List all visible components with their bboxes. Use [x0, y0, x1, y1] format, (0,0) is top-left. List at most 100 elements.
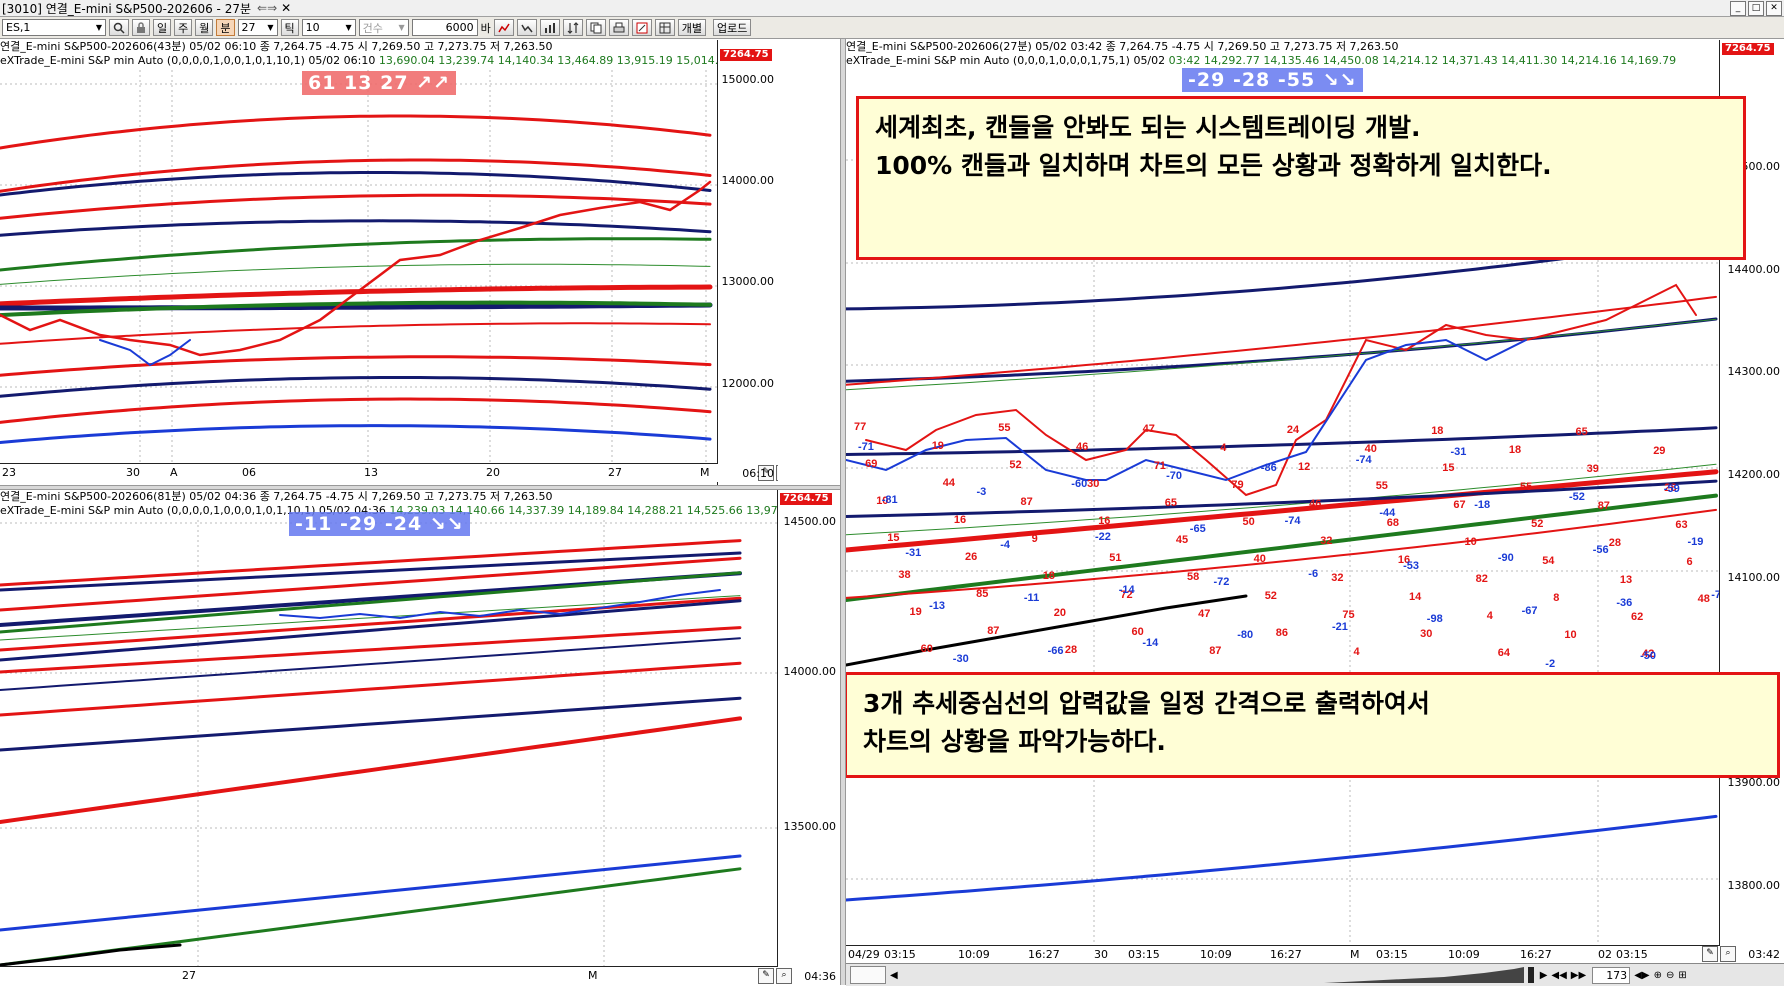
- zoom-controls: ✎ ⌕: [1702, 946, 1736, 962]
- pressure-value-label: 19: [910, 606, 922, 618]
- pressure-value-label: 64: [1498, 647, 1511, 659]
- x-axis[interactable]: 27 M: [0, 966, 778, 985]
- pressure-value-label: 69: [865, 458, 877, 470]
- fast-forward-icon[interactable]: ▶▶: [1571, 970, 1586, 981]
- x-axis[interactable]: 04/29 03:15 10:09 16:27 30 03:15 10:09 16:27 M 03…: [846, 945, 1720, 963]
- chart-canvas-top-left[interactable]: [0, 40, 778, 485]
- pressure-value-label: -31: [1451, 446, 1467, 458]
- interval-value: 27: [241, 21, 256, 34]
- indicator-band-line: [0, 424, 712, 444]
- pressure-badge: 61 13 27 ↗↗: [302, 71, 457, 95]
- pressure-value-label: 8: [1553, 592, 1559, 604]
- pressure-value-label: 55: [1520, 481, 1532, 493]
- symbol-select[interactable]: ES,1 ▼: [2, 19, 106, 36]
- pressure-value-label: 48: [1698, 593, 1710, 605]
- count-select[interactable]: 10 ▼: [301, 19, 356, 36]
- pressure-value-label: 51: [1109, 552, 1121, 564]
- trend-button[interactable]: [516, 19, 537, 36]
- chart-settings-button[interactable]: [631, 19, 652, 36]
- play-icon[interactable]: ▶: [1540, 970, 1548, 981]
- pressure-value-label: 40: [1254, 553, 1266, 565]
- maximize-button[interactable]: □: [1748, 1, 1764, 16]
- pressure-value-label: 15: [887, 532, 899, 544]
- scroll-left-arrow-icon[interactable]: ◀: [890, 970, 898, 981]
- chart-panel-right[interactable]: 연결_E-mini S&P500-202606(27분) 05/02 03:42…: [846, 40, 1784, 963]
- pressure-value-label: 60: [921, 643, 933, 655]
- interval-select[interactable]: 27 ▼: [237, 19, 278, 36]
- zoom-out-icon[interactable]: ⊖: [1666, 970, 1674, 981]
- indicator-band-line: [846, 318, 1717, 391]
- rewind-icon[interactable]: ◀◀: [1551, 970, 1566, 981]
- pressure-value-label: 47: [1198, 608, 1210, 620]
- pressure-value-label: -74: [1356, 454, 1373, 466]
- qty-select[interactable]: 건수 ▼: [358, 19, 409, 36]
- indicator-band-line: [0, 263, 711, 285]
- search-button[interactable]: [109, 19, 129, 36]
- bar-chart-button[interactable]: [539, 19, 560, 36]
- y-tick-label: 13500.00: [783, 820, 837, 833]
- pressure-value-label: -2: [1545, 658, 1555, 670]
- x-axis[interactable]: 23 30 A 06 13 20 27 M: [0, 463, 718, 482]
- grid-button[interactable]: [654, 19, 675, 36]
- sort-button[interactable]: [562, 19, 583, 36]
- price-line-blue: [99, 339, 191, 367]
- line-chart-icon: [498, 23, 510, 32]
- last-price-tag: 7264.75: [1722, 43, 1774, 55]
- edit-icon[interactable]: ✎: [758, 968, 774, 984]
- zoom-in-icon[interactable]: ⊕: [1654, 970, 1662, 981]
- time-label: 03:42: [1748, 948, 1780, 961]
- x-tick-label: M: [1350, 948, 1360, 961]
- tab-close-icon[interactable]: ✕: [281, 1, 291, 15]
- lock-button[interactable]: [132, 19, 150, 36]
- zoom-icon[interactable]: ⌕: [1720, 946, 1736, 962]
- bar-count-input[interactable]: 173: [1592, 966, 1631, 984]
- price-line-black: [846, 594, 1248, 667]
- pressure-value-label: 30: [1420, 628, 1432, 640]
- y-tick-label: 15000.00: [721, 73, 775, 86]
- scroll-thumb[interactable]: [1527, 967, 1534, 983]
- scroll-left-handle[interactable]: [850, 966, 886, 984]
- upload-button[interactable]: 업로드: [713, 19, 752, 36]
- individual-button[interactable]: 개별: [677, 19, 706, 36]
- pressure-value-label: 4: [1354, 646, 1361, 658]
- y-axis[interactable]: 7264.75 14500.00 14000.00 13500.00: [777, 490, 840, 985]
- period-minute-button[interactable]: 분: [216, 19, 235, 36]
- chart-panel-bottom-left[interactable]: 연결_E-mini S&P500-202606(81분) 05/02 04:36…: [0, 490, 840, 985]
- pressure-value-label: -66: [1048, 645, 1064, 657]
- bar-label: 바: [480, 21, 491, 35]
- zoom-icon[interactable]: ⌕: [776, 968, 792, 984]
- x-tick-label: M: [588, 969, 598, 982]
- pressure-value-label: 9: [1032, 533, 1038, 545]
- period-tick-button[interactable]: 틱: [280, 19, 299, 36]
- x-tick-label: 16:27: [1520, 948, 1552, 961]
- x-tick-label: 27: [182, 969, 196, 982]
- line-chart-button[interactable]: [493, 19, 514, 36]
- print-button[interactable]: [608, 19, 629, 36]
- pressure-value-label: -14: [1142, 637, 1159, 649]
- scrollbar-track[interactable]: [904, 967, 1524, 983]
- pressure-value-label: 55: [1376, 480, 1388, 492]
- pressure-value-label: -22: [1095, 531, 1111, 543]
- volume-sparkline: [1323, 967, 1524, 983]
- zoom-icon[interactable]: ⌕: [776, 465, 778, 481]
- minimize-button[interactable]: _: [1730, 1, 1746, 16]
- y-axis[interactable]: 7264.75 15000.00 14000.00 13000.00 12000.00: [717, 40, 778, 485]
- indicator-band-line: [0, 237, 712, 272]
- close-button[interactable]: ✕: [1766, 1, 1782, 16]
- link-arrows-icon[interactable]: ⇐⇒: [255, 1, 277, 15]
- scroll-both-icon[interactable]: ◀▶: [1634, 970, 1649, 981]
- chart-panel-top-left[interactable]: 연결_E-mini S&P500-202606(43분) 05/02 06:10…: [0, 40, 778, 485]
- period-day-button[interactable]: 일: [153, 19, 172, 36]
- copy-button[interactable]: [585, 19, 606, 36]
- period-week-button[interactable]: 주: [174, 19, 193, 36]
- fit-icon[interactable]: ⊞: [1678, 970, 1686, 981]
- indicator-band-line: [0, 539, 742, 587]
- period-month-button[interactable]: 월: [195, 19, 214, 36]
- qty-input[interactable]: 6000: [411, 19, 478, 36]
- indicator-band-line: [846, 814, 1718, 902]
- edit-icon[interactable]: ✎: [1702, 946, 1718, 962]
- chart-canvas-bottom-left[interactable]: [0, 490, 840, 985]
- pressure-value-label: -80: [1237, 629, 1253, 641]
- x-tick-label: 20: [486, 466, 500, 479]
- pressure-value-label: 4: [1220, 442, 1227, 454]
